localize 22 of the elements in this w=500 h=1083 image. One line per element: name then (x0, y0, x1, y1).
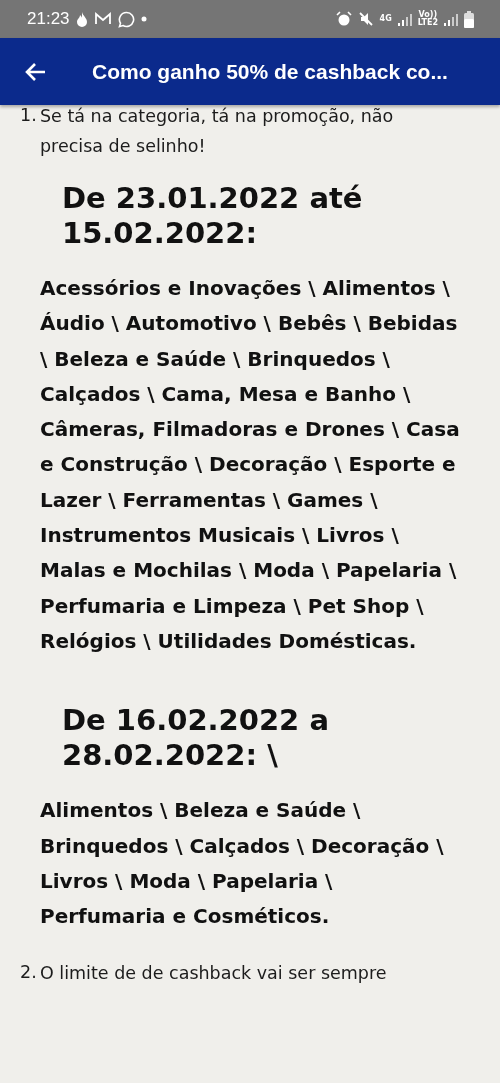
clock-time: 21:23 (27, 9, 70, 29)
network-label: 4G (379, 15, 392, 23)
list-number: 2. (20, 961, 34, 985)
date-heading: De 16.02.2022 a 28.02.2022: \ (62, 703, 330, 774)
date-heading: De 23.01.2022 até 15.02.2022: (62, 181, 364, 251)
flame-icon (75, 11, 88, 27)
signal-icon (444, 12, 458, 26)
mail-icon (93, 12, 112, 26)
alarm-icon (335, 11, 352, 27)
category-list: Alimentos \ Beleza e Saúde \ Brinquedos \ Calçados \ Decoração \ Livros \ Moda \ Papelaria \ Perfumaria e Cosméticos. (40, 793, 460, 935)
list-text: Se tá na categoria, tá na promoção, não precisa de selinho! (40, 105, 395, 158)
chat-icon (117, 10, 135, 28)
list-number: 1. (20, 104, 34, 127)
category-list: Acessórios e Inovações \ Alimentos \ Áudio \ Automotivo \ Bebês \ Bebidas \ Beleza e Saúde \ Brinquedos \ Calçados \ Cama, Mesa e Banho \ Câmeras, Filmadoras e Drones \ Casa e Construção \ Decoração \ Esporte e Lazer \ Ferramentas \ Games \ Instrumentos Musicais \ Livros \ Malas e Mochilas \ Moda \ Papelaria \ Perfumaria e Limpeza \ Pet Shop \ Relógios \ Utilidades Domésticas. (40, 271, 460, 660)
signal-icon (397, 12, 412, 26)
back-arrow-icon (24, 61, 46, 82)
battery-icon (464, 10, 474, 28)
page-title: Como ganho 50% de cashback co... (92, 59, 448, 84)
list-text: O limite de de cashback vai ser sempre (40, 962, 388, 986)
dot-icon (140, 16, 147, 22)
mute-icon (357, 11, 374, 27)
volte-label: Vo)) LTE2 (417, 11, 438, 27)
